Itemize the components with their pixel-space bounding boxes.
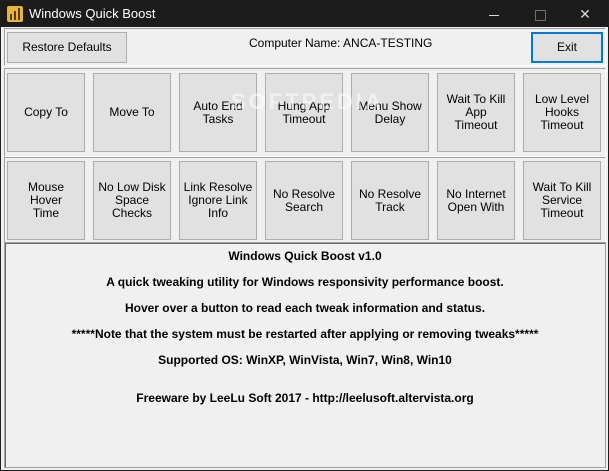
tweak-auto-end-tasks-button[interactable]: Auto End Tasks (179, 73, 257, 152)
tweak-wait-to-kill-app-timeout-button[interactable]: Wait To Kill App Timeout (437, 73, 515, 152)
info-supported-os: Supported OS: WinXP, WinVista, Win7, Win… (158, 353, 452, 367)
restore-defaults-button[interactable]: Restore Defaults (7, 32, 127, 63)
close-icon: ✕ (579, 6, 591, 22)
tweak-label: No Resolve Track (358, 186, 422, 214)
tweak-label: Move To (109, 105, 155, 119)
maximize-button[interactable] (517, 1, 563, 27)
tweak-label: Wait To Kill Service Timeout (532, 180, 592, 220)
tweak-hung-app-timeout-button[interactable]: Hung App Timeout (265, 73, 343, 152)
tweak-wait-to-kill-service-timeout-button[interactable]: Wait To Kill Service Timeout (523, 161, 601, 240)
tweak-label: Mouse Hover Time (27, 180, 65, 220)
tweak-label: No Low Disk Space Checks (98, 180, 166, 220)
tweak-label: No Resolve Search (272, 186, 336, 214)
minimize-button[interactable] (471, 1, 517, 27)
tweak-label: Auto End Tasks (193, 98, 243, 126)
tweak-label: Copy To (24, 105, 68, 119)
info-description: A quick tweaking utility for Windows res… (106, 275, 504, 289)
title-bar[interactable]: Windows Quick Boost ✕ (1, 1, 608, 27)
tweak-move-to-button[interactable]: Move To (93, 73, 171, 152)
restore-defaults-label: Restore Defaults (22, 40, 112, 54)
tweak-label: Wait To Kill App Timeout (446, 92, 506, 132)
tweak-no-resolve-search-button[interactable]: No Resolve Search (265, 161, 343, 240)
tweak-link-resolve-ignore-link-info-button[interactable]: Link Resolve Ignore Link Info (179, 161, 257, 240)
info-panel: Windows Quick Boost v1.0 A quick tweakin… (4, 242, 606, 468)
info-hover-hint: Hover over a button to read each tweak i… (124, 301, 486, 315)
tweak-menu-show-delay-button[interactable]: Menu Show Delay (351, 73, 429, 152)
tweak-copy-to-button[interactable]: Copy To (7, 73, 85, 152)
window-title: Windows Quick Boost (29, 6, 156, 21)
maximize-icon (534, 9, 546, 21)
computer-name-label: Computer Name: ANCA-TESTING (249, 36, 433, 50)
tweak-mouse-hover-time-button[interactable]: Mouse Hover Time (7, 161, 85, 240)
exit-label: Exit (556, 40, 577, 54)
close-button[interactable]: ✕ (562, 1, 608, 27)
info-freeware-credit: Freeware by LeeLu Soft 2017 - http://lee… (136, 391, 474, 405)
tweak-label: No Internet Open With (446, 186, 506, 214)
tweak-low-level-hooks-timeout-button[interactable]: Low Level Hooks Timeout (523, 73, 601, 152)
tweak-no-internet-open-with-button[interactable]: No Internet Open With (437, 161, 515, 240)
tweak-label: Hung App Timeout (277, 98, 331, 126)
tweak-no-resolve-track-button[interactable]: No Resolve Track (351, 161, 429, 240)
tweak-label: Low Level Hooks Timeout (534, 92, 590, 132)
info-restart-note: *****Note that the system must be restar… (71, 327, 539, 341)
minimize-icon (489, 14, 499, 16)
app-window: Windows Quick Boost ✕ Restore Defaults C… (0, 0, 609, 471)
tweak-label: Link Resolve Ignore Link Info (183, 180, 253, 220)
tweak-no-low-disk-space-checks-button[interactable]: No Low Disk Space Checks (93, 161, 171, 240)
exit-button[interactable]: Exit (531, 32, 603, 63)
app-icon (7, 6, 23, 22)
tweak-label: Menu Show Delay (358, 98, 422, 126)
info-app-version: Windows Quick Boost v1.0 (228, 249, 382, 263)
